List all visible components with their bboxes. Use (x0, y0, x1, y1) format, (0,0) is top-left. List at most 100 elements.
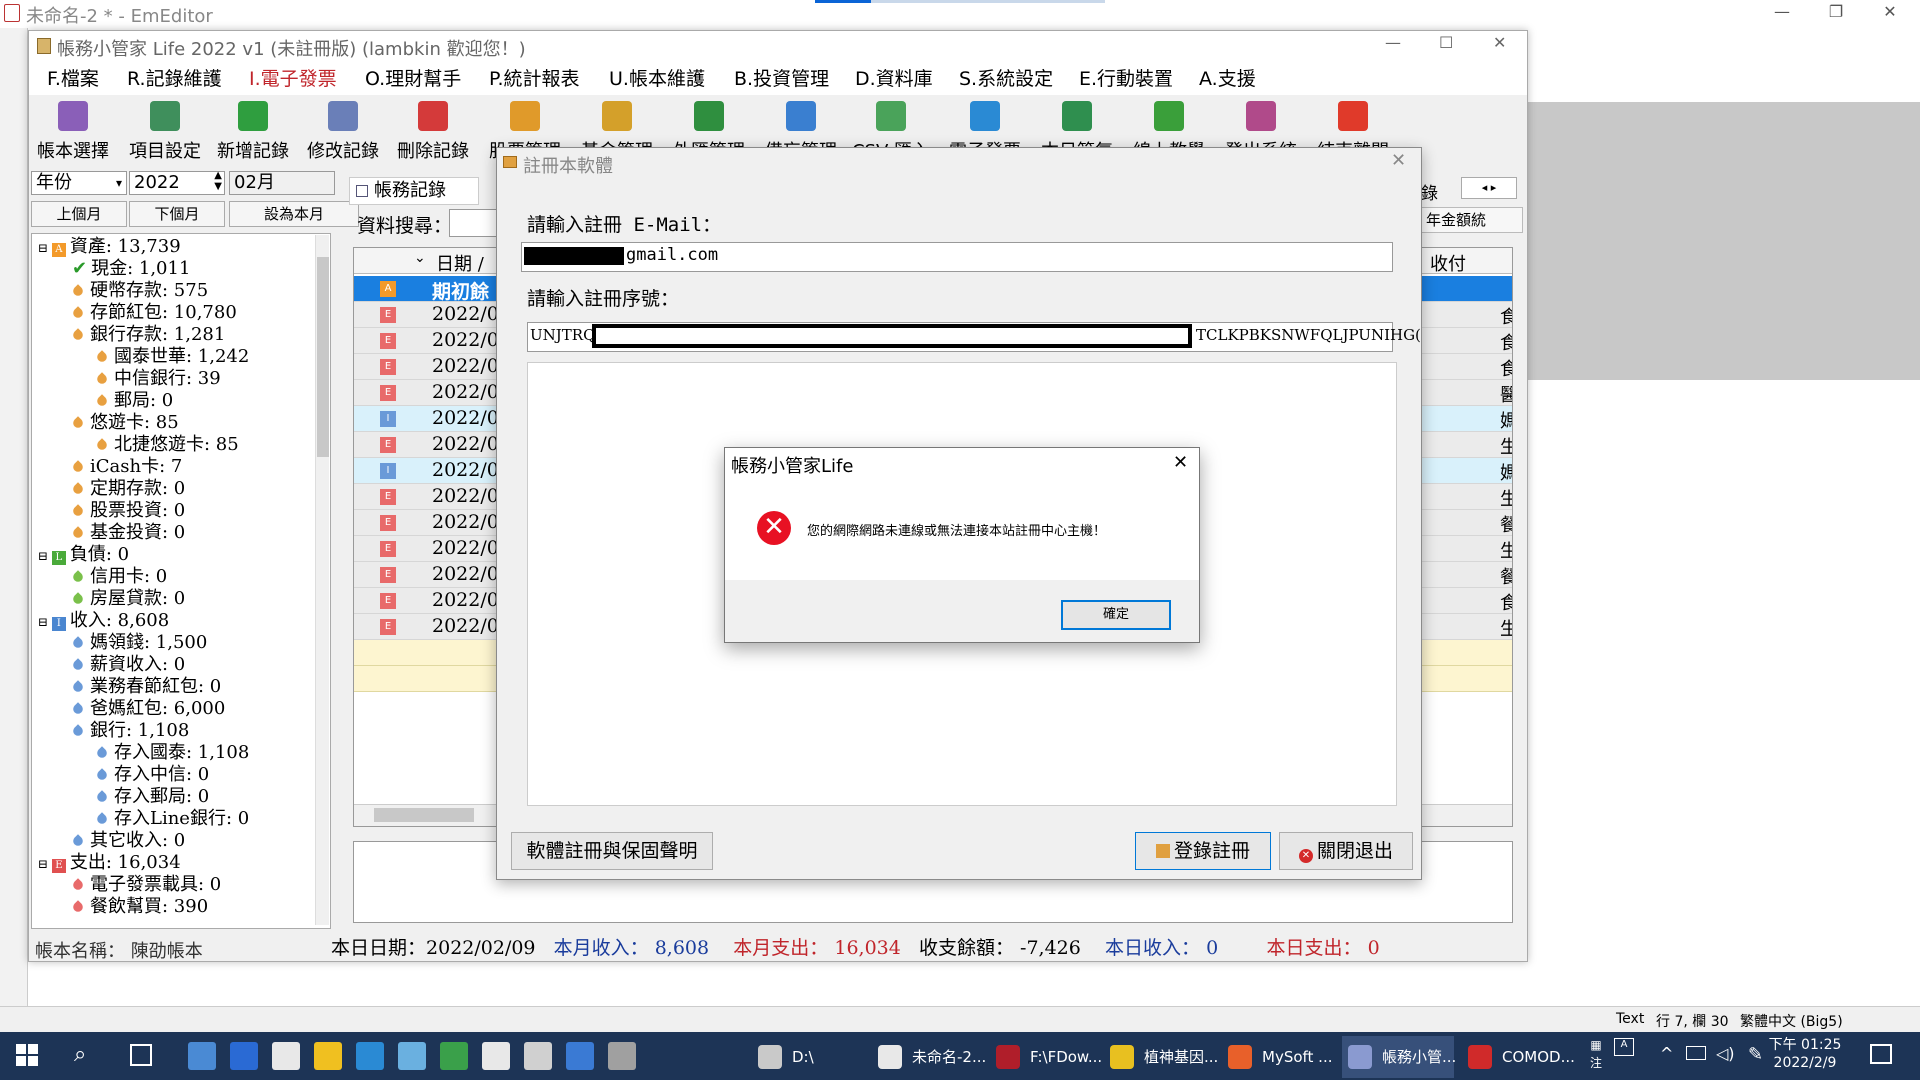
lock-icon[interactable] (608, 1042, 636, 1070)
taskbar-app[interactable]: COMOD... (1462, 1036, 1580, 1078)
tree-node[interactable]: 存入Line銀行: 0 (95, 808, 249, 830)
toolbar-button-1[interactable]: 項目設定 (119, 97, 211, 179)
close-icon[interactable]: ✕ (1870, 2, 1910, 26)
tree-node[interactable]: iCash卡: 7 (71, 456, 182, 478)
month-field[interactable]: 02月 (229, 171, 335, 195)
tree-node[interactable]: 存節紅包: 10,780 (71, 302, 237, 324)
tree-node[interactable]: 銀行: 1,108 (71, 720, 189, 742)
tray-clock[interactable]: 下午 01:25 2022/2/9 (1760, 1036, 1850, 1072)
chart-tool-icon[interactable] (482, 1042, 510, 1070)
taskbar-app[interactable]: 未命名-2... (872, 1036, 986, 1078)
notification-icon[interactable] (1870, 1044, 1892, 1064)
serial-field[interactable]: UNJTRQ TCLKPBKSNWFQLJPUNIHG( (527, 322, 1421, 352)
toolbar-button-3[interactable]: 修改記錄 (297, 97, 389, 179)
app-maximize-icon[interactable]: ☐ (1439, 33, 1453, 52)
network-icon[interactable] (1686, 1046, 1706, 1060)
photos-icon[interactable] (356, 1042, 384, 1070)
ime-icon[interactable]: ▦ 注 (1586, 1036, 1606, 1076)
tab-scroll-arrows[interactable]: ◂ ▸ (1461, 177, 1517, 199)
menu-database[interactable]: D.資料庫 (855, 65, 933, 93)
taskbar-app[interactable]: 植神基因... (1104, 1036, 1218, 1078)
menu-mobile[interactable]: E.行動裝置 (1079, 65, 1173, 93)
taskbar-app[interactable]: D:\ (752, 1036, 862, 1078)
menu-einvoice[interactable]: I.電子發票 (249, 65, 337, 93)
tree-node[interactable]: ⊟ I 收入: 8,608 (38, 610, 169, 632)
shield-icon[interactable] (566, 1042, 594, 1070)
explorer-icon[interactable] (188, 1042, 216, 1070)
start-icon[interactable] (16, 1044, 38, 1066)
tree-node[interactable]: 薪資收入: 0 (71, 654, 185, 676)
search-icon[interactable]: ⌕ (74, 1042, 86, 1067)
tree-node[interactable]: 信用卡: 0 (71, 566, 167, 588)
grid-header-date[interactable]: 日期 / (436, 250, 484, 276)
tree-node[interactable]: 業務春節紅包: 0 (71, 676, 221, 698)
exit-button[interactable]: ✕ 關閉退出 (1279, 832, 1413, 870)
tree-node[interactable]: 爸媽紅包: 6,000 (71, 698, 225, 720)
toolbar-button-2[interactable]: 新增記錄 (207, 97, 299, 179)
collapse-icon[interactable]: ⊟ (38, 549, 52, 563)
menu-ledger[interactable]: U.帳本維護 (609, 65, 705, 93)
collapse-icon[interactable]: ⊟ (38, 857, 52, 871)
tree-node[interactable]: 銀行存款: 1,281 (71, 324, 225, 346)
tree-node[interactable]: 國泰世華: 1,242 (95, 346, 249, 368)
menu-settings[interactable]: S.系統設定 (959, 65, 1053, 93)
grid-hscrollbar-thumb[interactable] (374, 808, 474, 822)
annual-stats-button[interactable]: 年金額統 (1419, 207, 1523, 233)
taskbar-app[interactable]: 帳務小管... (1342, 1036, 1456, 1078)
tray-chevron-icon[interactable]: ^ (1660, 1044, 1673, 1063)
keyboard-icon[interactable]: A (1614, 1038, 1634, 1056)
store-icon[interactable] (314, 1042, 342, 1070)
menu-investment[interactable]: B.投資管理 (734, 65, 829, 93)
next-month-button[interactable]: 下個月 (129, 201, 225, 227)
app-minimize-icon[interactable]: — (1385, 33, 1401, 52)
printer-icon[interactable] (524, 1042, 552, 1070)
tree-node[interactable]: ✔ 現金: 1,011 (72, 258, 190, 280)
collapse-icon[interactable]: ⊟ (38, 241, 52, 255)
tree-node[interactable]: 存入國泰: 1,108 (95, 742, 249, 764)
ok-button[interactable]: 確定 (1061, 600, 1171, 630)
tree-node[interactable]: 北捷悠遊卡: 85 (95, 434, 239, 456)
taskbar-app[interactable]: F:\FDow... (990, 1036, 1102, 1078)
tree-node[interactable]: 餐飲幫買: 390 (71, 896, 208, 918)
menu-finance-helper[interactable]: O.理財幫手 (365, 65, 461, 93)
menu-support[interactable]: A.支援 (1199, 65, 1256, 93)
tree-node[interactable]: 基金投資: 0 (71, 522, 185, 544)
menu-file[interactable]: F.檔案 (47, 65, 99, 93)
tree-node[interactable]: 硬幣存款: 575 (71, 280, 208, 302)
tree-node[interactable]: ⊟ E 支出: 16,034 (38, 852, 181, 874)
minimize-icon[interactable]: — (1762, 2, 1802, 26)
collapse-icon[interactable]: ⊟ (38, 615, 52, 629)
email-field[interactable]: gmail.com (521, 242, 1393, 272)
monitor-icon[interactable] (440, 1042, 468, 1070)
tree-node[interactable]: 郵局: 0 (95, 390, 173, 412)
tree-node[interactable]: 中信銀行: 39 (95, 368, 221, 390)
menu-reports[interactable]: P.統計報表 (489, 65, 580, 93)
sort-icon[interactable]: ⌄ (414, 250, 426, 266)
task-view-icon[interactable] (130, 1044, 152, 1066)
calendar-icon[interactable] (230, 1042, 258, 1070)
taskbar-app[interactable]: MySoft ... (1222, 1036, 1334, 1078)
tree-scrollbar[interactable] (315, 235, 329, 925)
clock-icon[interactable] (272, 1042, 300, 1070)
tree-node[interactable]: 存入郵局: 0 (95, 786, 209, 808)
terms-button[interactable]: 軟體註冊與保固聲明 (511, 832, 713, 870)
tree-node[interactable]: 媽領錢: 1,500 (71, 632, 207, 654)
tree-node[interactable]: 存入中信: 0 (95, 764, 209, 786)
tree-node[interactable]: ⊟ L 負債: 0 (38, 544, 129, 566)
period-select[interactable]: 年份 ▾ (31, 171, 127, 195)
set-current-month-button[interactable]: 設為本月 (229, 201, 359, 227)
tree-node[interactable]: 股票投資: 0 (71, 500, 185, 522)
year-stepper[interactable]: 2022 ▲ ▼ (129, 170, 225, 195)
tree-node[interactable]: 房屋貸款: 0 (71, 588, 185, 610)
tree-node[interactable]: 電子發票載具: 0 (71, 874, 221, 896)
app-close-icon[interactable]: ✕ (1493, 33, 1506, 52)
tree-node[interactable]: ⊟ A 資產: 13,739 (38, 236, 181, 258)
volume-icon[interactable]: ◁) (1716, 1044, 1735, 1063)
message-box-close-icon[interactable]: ✕ (1173, 452, 1188, 473)
prev-month-button[interactable]: 上個月 (31, 201, 127, 227)
tree-node[interactable]: 定期存款: 0 (71, 478, 185, 500)
register-close-icon[interactable]: ✕ (1391, 150, 1406, 171)
register-button[interactable]: 登錄註冊 (1135, 832, 1271, 870)
network-tool-icon[interactable] (398, 1042, 426, 1070)
spin-icon[interactable]: ▲ ▼ (214, 170, 222, 192)
